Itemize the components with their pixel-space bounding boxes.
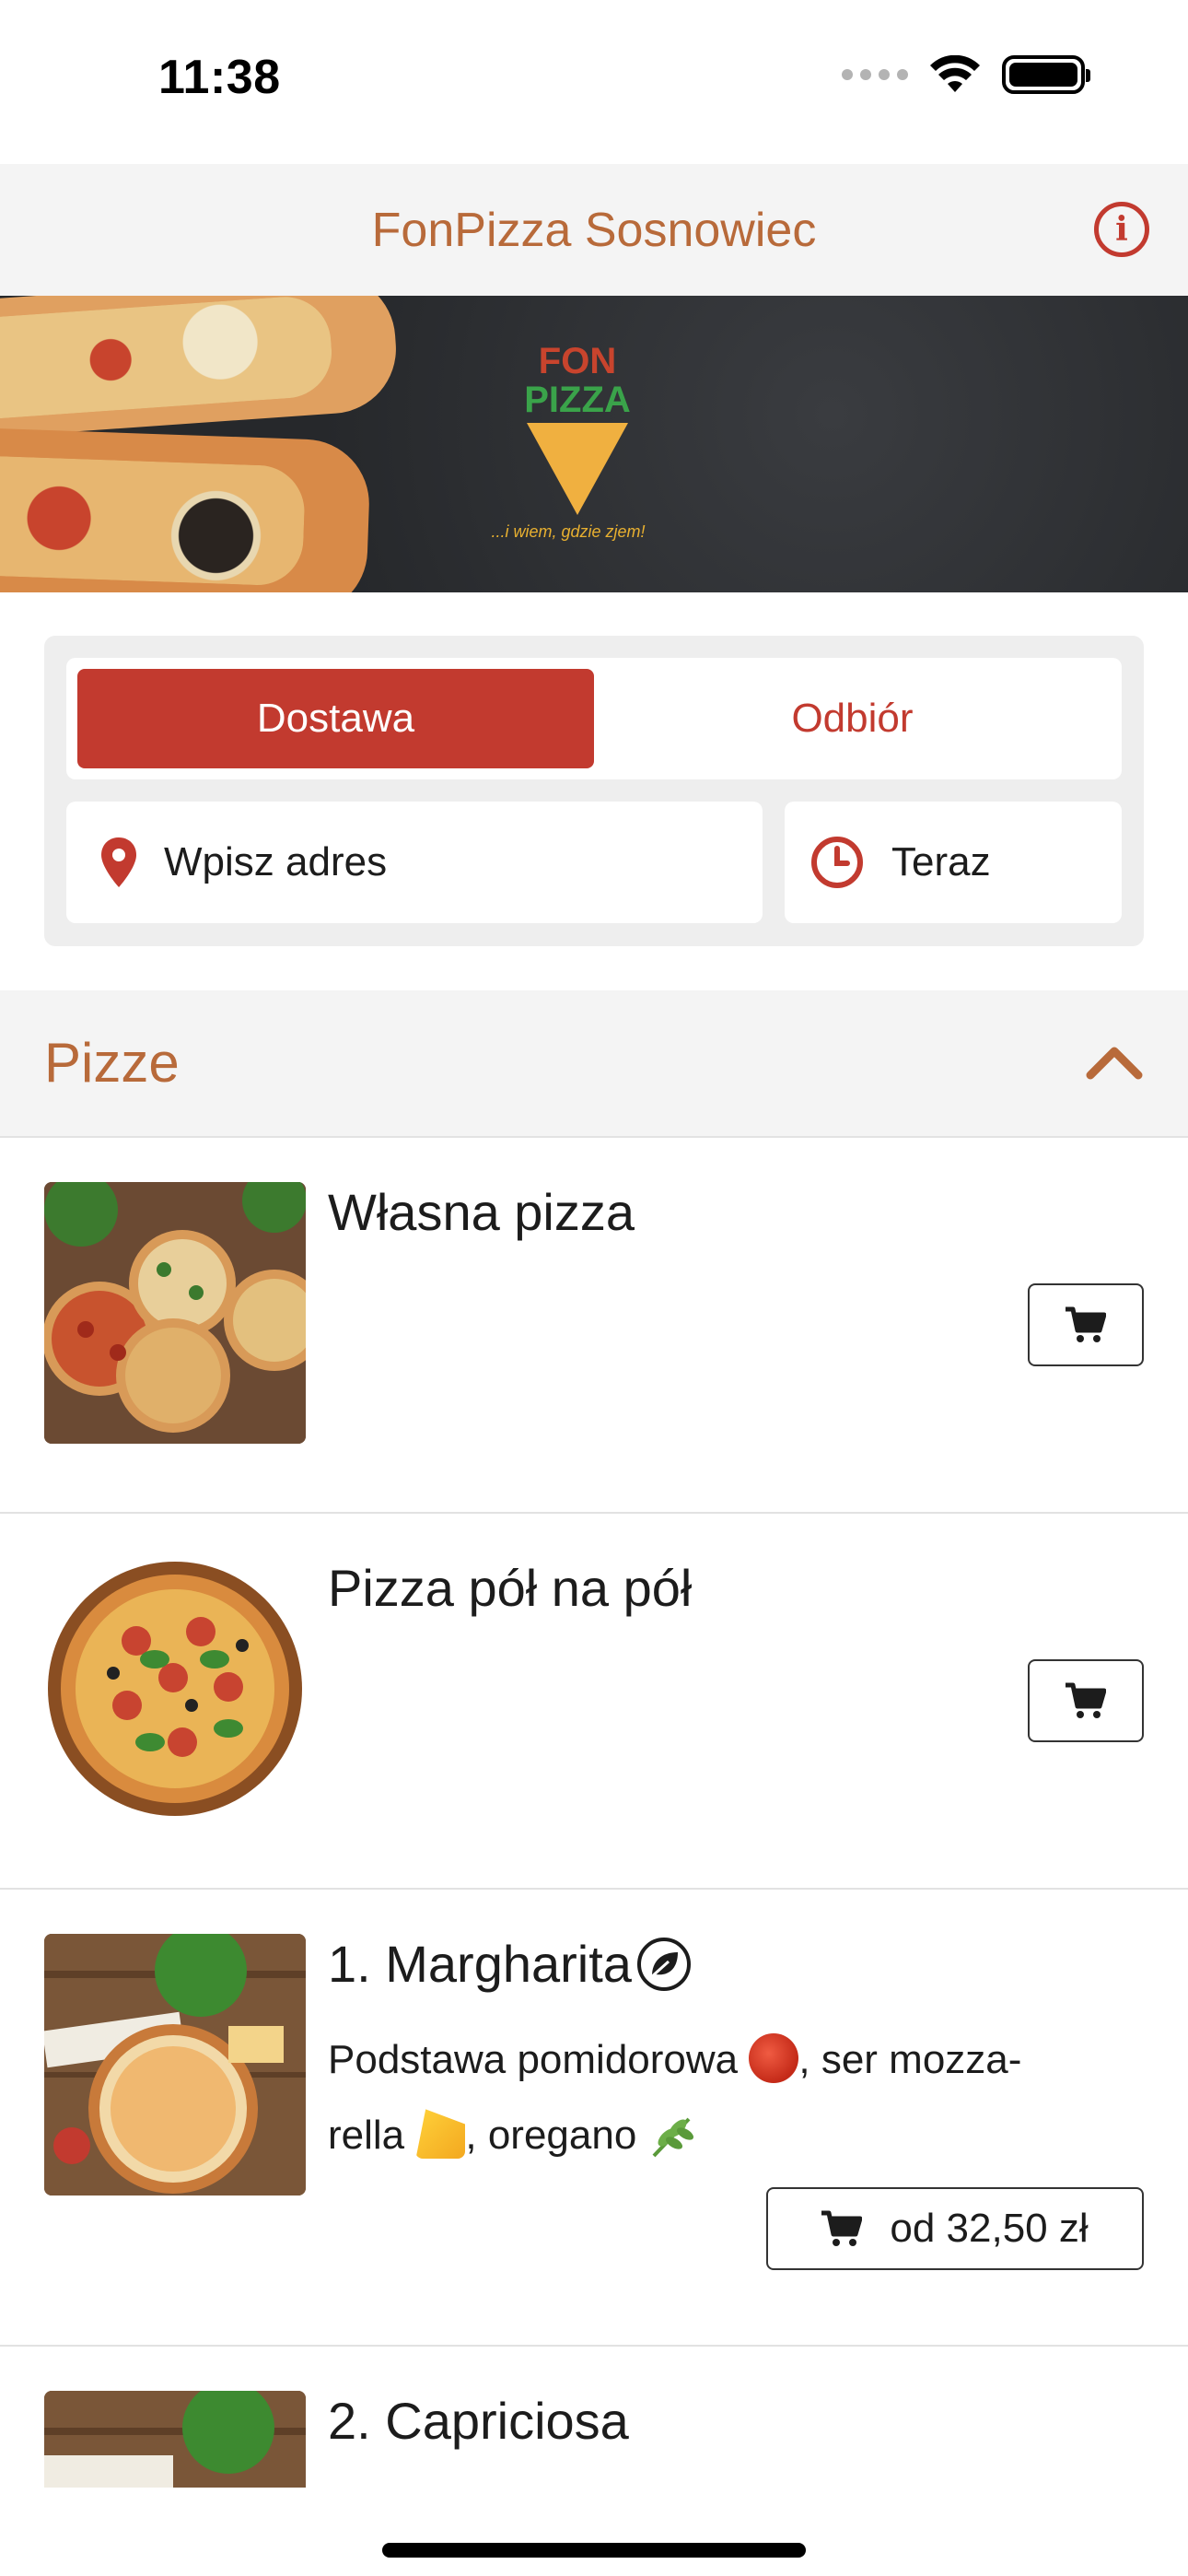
restaurant-banner: FON PIZZA ...i wiem, gdzie zjem! <box>0 296 1188 592</box>
menu-item[interactable]: Pizza pół na pół <box>0 1514 1188 1890</box>
menu-item[interactable]: 2. Capriciosa <box>0 2347 1188 2488</box>
desc-text: Podstawa pomidorowa <box>328 2037 739 2082</box>
menu-item[interactable]: Własna pizza <box>0 1138 1188 1514</box>
battery-icon <box>1002 55 1090 94</box>
herb-icon <box>648 2109 698 2159</box>
time-value: Teraz <box>891 839 991 884</box>
item-photo <box>44 1558 306 1820</box>
address-placeholder: Wpisz adres <box>164 839 388 884</box>
order-options-panel: Dostawa Odbiór Wpisz adres Teraz <box>44 636 1144 946</box>
item-name: 1. Margharita <box>328 1934 693 1994</box>
item-name: Pizza pół na pół <box>328 1559 693 1617</box>
app-header: FonPizza Sosnowiec i <box>0 164 1188 296</box>
restaurant-title: FonPizza Sosnowiec <box>371 203 817 257</box>
cellular-signal-icon <box>842 69 908 80</box>
address-field[interactable]: Wpisz adres <box>66 802 763 923</box>
category-title: Pizze <box>44 1032 180 1094</box>
desc-text: rella <box>328 2113 405 2158</box>
bottom-safe-area <box>0 2488 1188 2576</box>
category-header-pizze[interactable]: Pizze <box>0 990 1188 1138</box>
item-name: 2. Capriciosa <box>328 2392 629 2450</box>
time-field[interactable]: Teraz <box>785 802 1122 923</box>
logo-bottom-text: PIZZA <box>524 380 631 420</box>
menu-item[interactable]: 1. Margharita Podstawa pomidorowa , ser … <box>0 1890 1188 2347</box>
status-time: 11:38 <box>158 51 281 104</box>
location-pin-icon <box>101 837 136 887</box>
restaurant-logo: FON PIZZA ...i wiem, gdzie zjem! <box>491 341 646 563</box>
desc-text: , ser mozza- <box>798 2037 1022 2082</box>
info-icon[interactable]: i <box>1094 202 1149 257</box>
desc-text: , oregano <box>465 2113 637 2158</box>
add-to-cart-button[interactable] <box>1028 1283 1144 1366</box>
item-name: Własna pizza <box>328 1183 635 1241</box>
item-description-line-2: rella , oregano <box>328 2098 1138 2173</box>
pickup-mode-button[interactable]: Odbiór <box>594 669 1111 768</box>
add-to-cart-button[interactable] <box>1028 1659 1144 1742</box>
home-indicator[interactable] <box>382 2543 806 2558</box>
tomato-icon <box>749 2033 799 2084</box>
item-name-text: 1. Margharita <box>328 1935 632 1993</box>
status-icons <box>842 55 1090 94</box>
logo-slice-icon <box>527 423 628 515</box>
logo-tagline: ...i wiem, gdzie zjem! <box>491 522 646 541</box>
cart-icon <box>1066 1682 1106 1719</box>
vegetarian-leaf-icon <box>635 1936 693 1993</box>
order-mode-toggle: Dostawa Odbiór <box>66 658 1122 779</box>
wifi-icon <box>930 55 980 92</box>
item-description: Podstawa pomidorowa , ser mozza- rella ,… <box>328 2022 1138 2173</box>
item-photo <box>44 1182 306 1444</box>
delivery-mode-button[interactable]: Dostawa <box>77 669 594 768</box>
item-photo <box>44 1934 306 2195</box>
item-price: od 32,50 zł <box>890 2206 1089 2251</box>
clock-icon <box>810 836 864 889</box>
status-bar: 11:38 <box>0 0 1188 164</box>
banner-pizza-image-2 <box>0 426 372 592</box>
cart-icon <box>1066 1306 1106 1343</box>
add-to-cart-button[interactable]: od 32,50 zł <box>766 2187 1144 2270</box>
cart-icon <box>821 2210 863 2247</box>
logo-top-text: FON <box>538 341 617 381</box>
cheese-icon <box>415 2109 466 2160</box>
item-description-line-1: Podstawa pomidorowa , ser mozza- <box>328 2022 1138 2098</box>
item-photo <box>44 2391 306 2488</box>
chevron-up-icon[interactable] <box>1085 1044 1144 1081</box>
